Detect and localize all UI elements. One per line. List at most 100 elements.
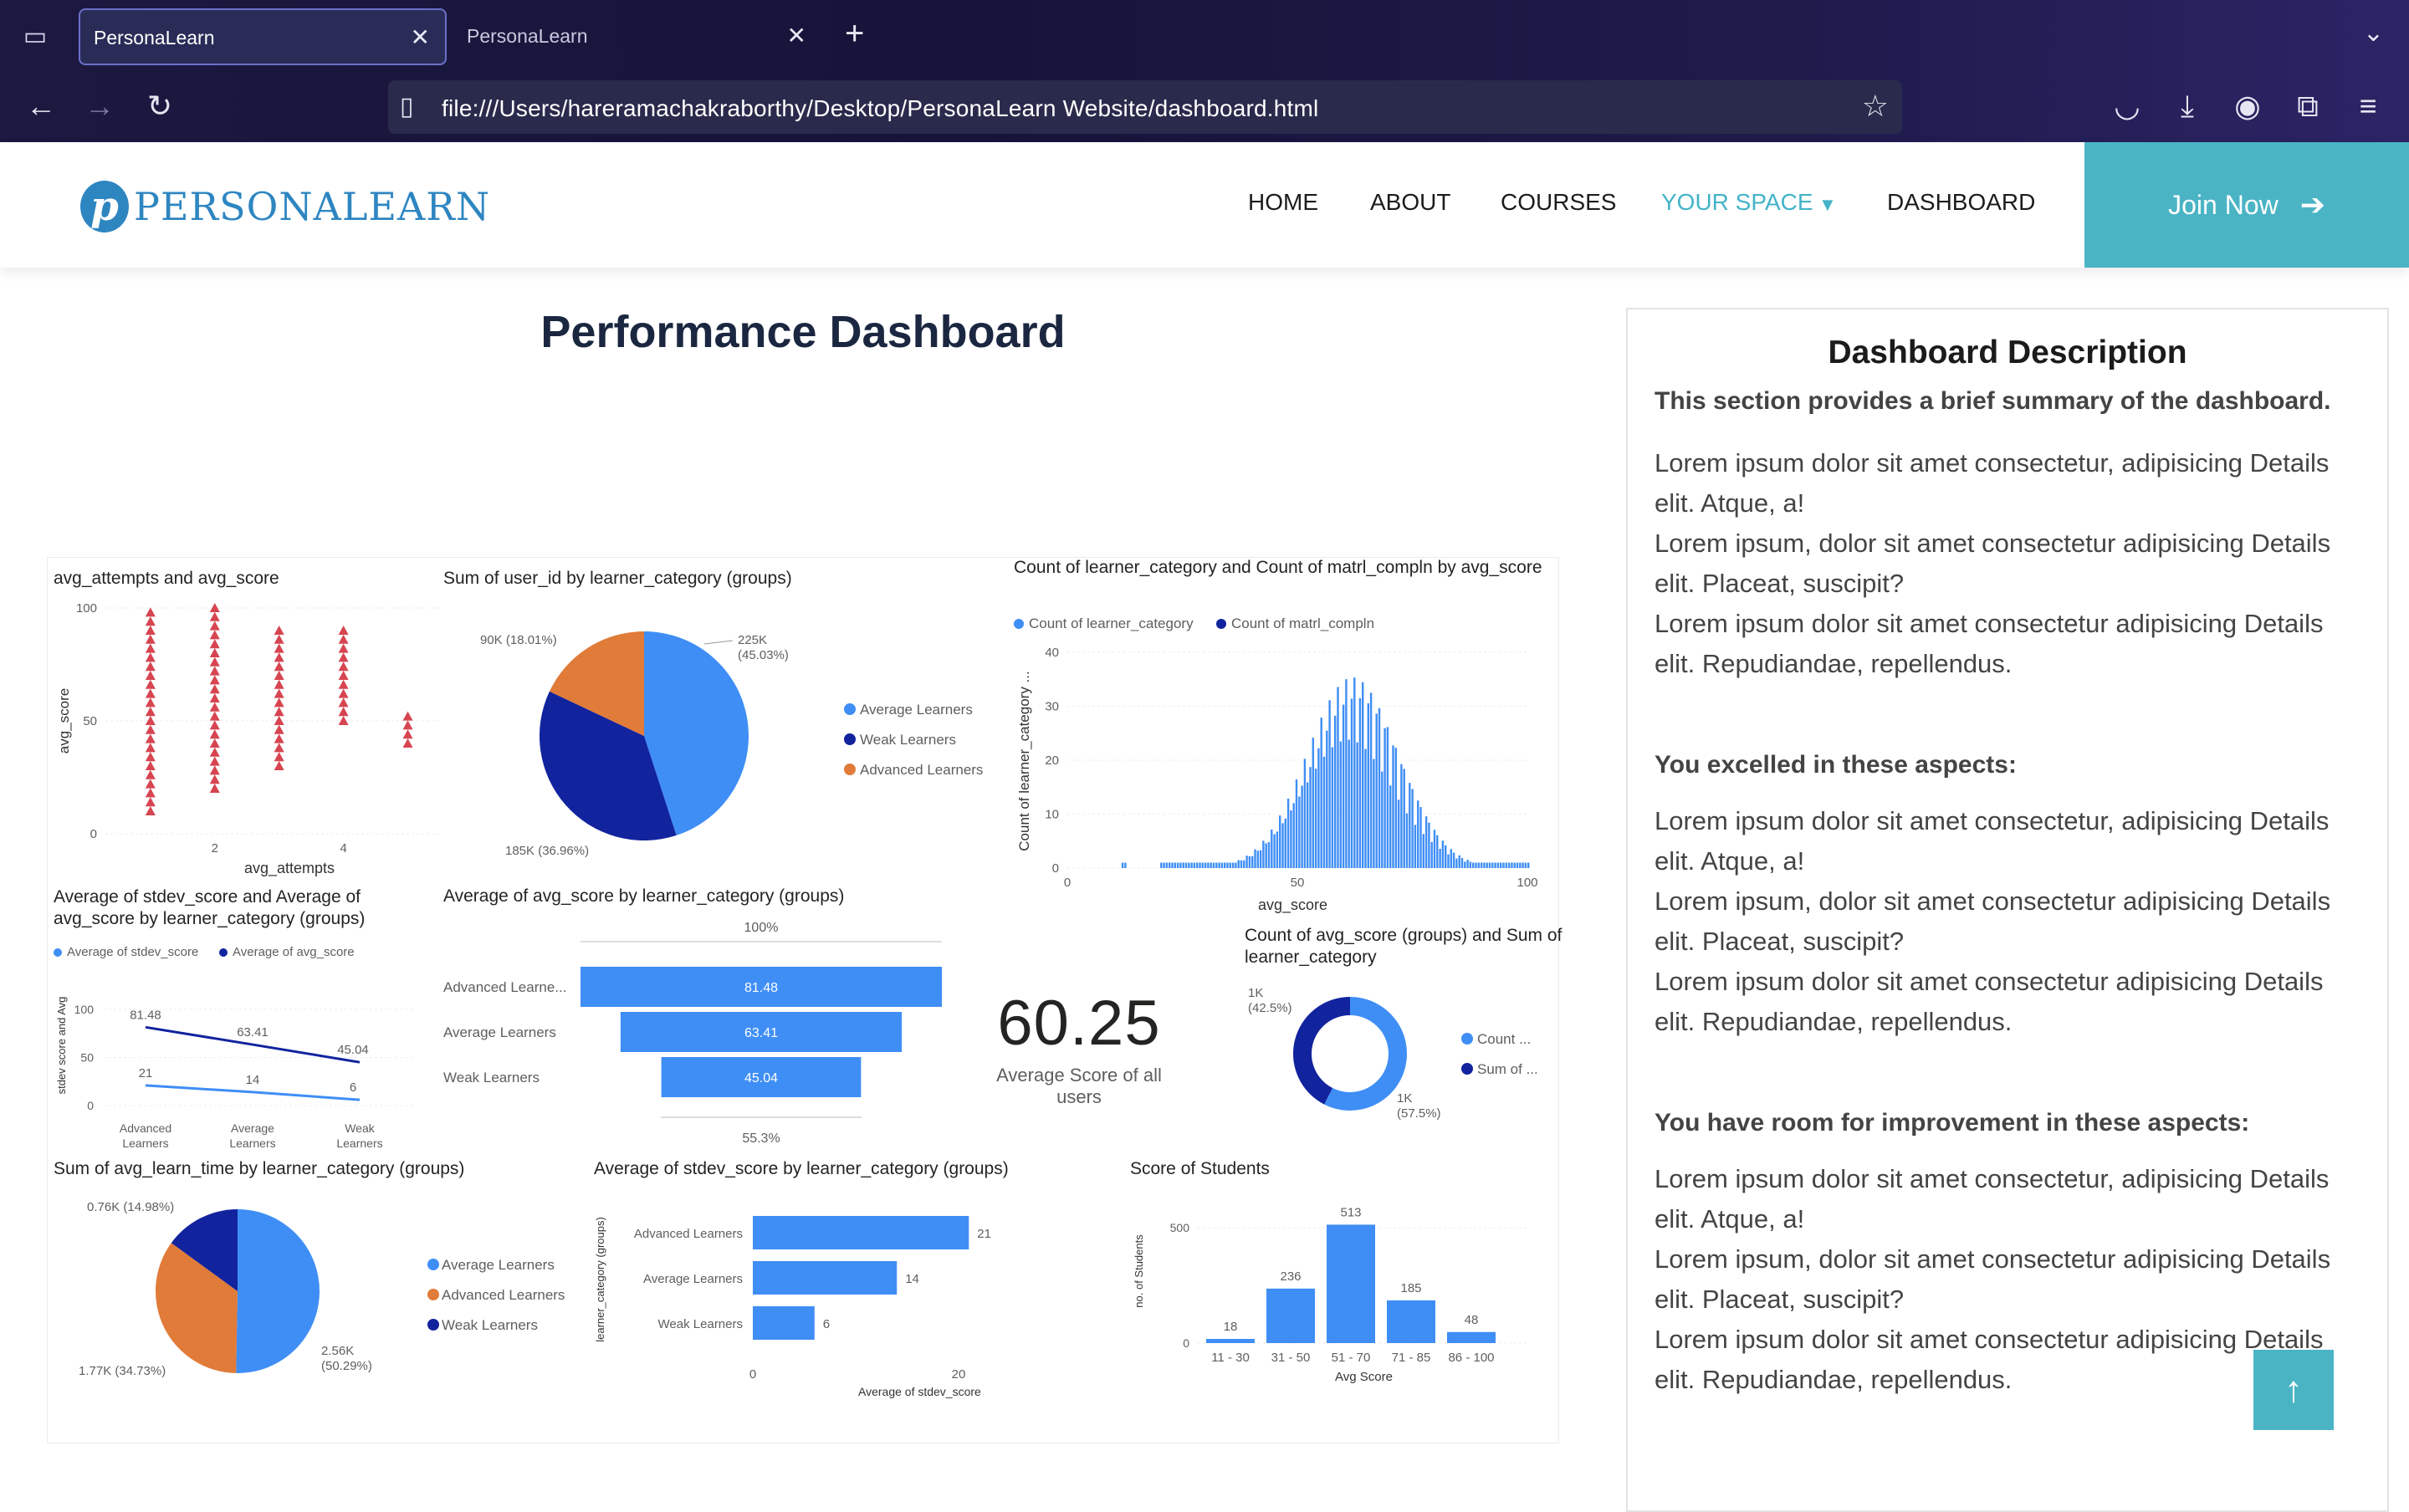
histogram-bar — [1403, 769, 1405, 868]
data-label: 21 — [977, 1227, 991, 1241]
bar — [1327, 1224, 1375, 1343]
histogram-bar — [1320, 718, 1322, 868]
scatter-point — [338, 679, 349, 689]
chart-title: Count of learner_category and Count of m… — [1014, 558, 1542, 577]
legend-label: Advanced Learners — [860, 762, 983, 778]
site-header: p PERSONALEARN HOME ABOUT COURSES YOUR S… — [0, 142, 2409, 268]
star-icon[interactable]: ☆ — [1862, 89, 1889, 124]
url-text[interactable]: file:///Users/hareramachakraborthy/Deskt… — [442, 95, 1318, 122]
join-now-button[interactable]: Join Now ➔ — [2084, 142, 2409, 268]
legend-marker — [844, 703, 856, 715]
histogram-bar — [1298, 796, 1301, 868]
data-label: 45.04 — [337, 1043, 369, 1057]
x-tick-label: Learners — [336, 1137, 382, 1150]
histogram-bar — [1477, 862, 1480, 868]
nav-courses[interactable]: COURSES — [1501, 189, 1616, 216]
histogram-bar — [1248, 856, 1251, 868]
histogram-bar — [1472, 862, 1475, 868]
histogram-bar — [1424, 816, 1428, 868]
logo[interactable]: p PERSONALEARN — [80, 177, 490, 236]
histogram-bar — [1439, 849, 1441, 868]
histogram-bar — [1169, 862, 1171, 868]
histogram-bar — [1524, 862, 1527, 868]
nav-about[interactable]: ABOUT — [1370, 189, 1450, 216]
histogram-bar — [1342, 704, 1345, 868]
x-tick-label: Learners — [229, 1137, 275, 1150]
nav-your-space[interactable]: YOUR SPACE — [1661, 189, 1813, 216]
download-icon[interactable]: ⤓ — [2168, 87, 2207, 125]
histogram-bar — [1235, 862, 1237, 868]
paragraph-line: Lorem ipsum dolor sit amet consectetur a… — [1655, 609, 2324, 678]
histogram-bar — [1273, 834, 1276, 868]
extensions-icon[interactable]: ⧉ — [2289, 87, 2327, 125]
histogram-bar — [1331, 747, 1334, 868]
histogram-bar — [1441, 840, 1445, 868]
pie-chart-users: 225K(45.03%) 185K (36.96%) 90K (18.01%) Ave… — [480, 631, 983, 858]
histogram-bar — [1375, 713, 1378, 868]
chevron-down-icon[interactable]: ▼ — [1818, 194, 1837, 216]
new-tab-icon[interactable]: + — [845, 15, 864, 53]
y-tick-label: 500 — [1170, 1221, 1190, 1234]
tab-inactive[interactable]: PersonaLearn ✕ — [453, 8, 821, 65]
tab-active[interactable]: PersonaLearn ✕ — [79, 8, 447, 65]
scatter-point — [274, 752, 284, 762]
chevron-down-icon[interactable]: ⌄ — [2363, 18, 2384, 48]
back-icon[interactable]: ← — [22, 87, 60, 125]
reload-icon[interactable]: ↻ — [141, 87, 179, 125]
data-label: 63.41 — [744, 1026, 778, 1040]
paragraph-line: Lorem ipsum dolor sit amet consectetur, … — [1655, 448, 2330, 518]
histogram-bar — [1204, 862, 1207, 868]
histogram-bar — [1229, 862, 1231, 868]
data-label: 1K — [1397, 1091, 1412, 1106]
histogram-bar — [1358, 697, 1362, 868]
chart-title: Sum of avg_learn_time by learner_categor… — [54, 1159, 465, 1178]
histogram-bar — [1519, 862, 1522, 868]
scroll-to-top-button[interactable]: ↑ — [2253, 1350, 2334, 1430]
pocket-icon[interactable]: ◡ — [2108, 87, 2146, 125]
category-label: Weak Learners — [658, 1317, 743, 1331]
data-label: 14 — [246, 1073, 260, 1087]
section-heading: You have room for improvement in these a… — [1655, 1109, 2250, 1137]
close-icon[interactable]: ✕ — [787, 22, 806, 49]
address-bar[interactable]: ▯ file:///Users/hareramachakraborthy/Des… — [388, 80, 1902, 134]
data-label: 225K — [738, 633, 767, 647]
join-now-label: Join Now — [2168, 189, 2279, 220]
nav-home[interactable]: HOME — [1248, 189, 1318, 216]
y-tick-label: 40 — [1045, 646, 1059, 660]
scatter-point — [209, 693, 220, 702]
account-icon[interactable]: ◉ — [2228, 87, 2267, 125]
scatter-point — [145, 769, 156, 779]
data-label: (50.29%) — [321, 1359, 372, 1373]
data-label: 63.41 — [237, 1025, 269, 1040]
forward-icon[interactable]: → — [80, 87, 119, 125]
logo-mark: p — [80, 181, 129, 232]
histogram-bar — [1251, 856, 1254, 868]
nav-toolbar: ← → ↻ ▯ file:///Users/hareramachakrabort… — [0, 74, 2409, 142]
menu-icon[interactable]: ≡ — [2349, 87, 2387, 125]
y-tick-label: 0 — [90, 827, 97, 841]
legend-item: Average of avg_score — [219, 945, 355, 959]
scatter-point — [338, 634, 349, 644]
y-tick-label: 30 — [1045, 700, 1059, 714]
scatter-point — [145, 806, 156, 815]
histogram-bar — [1469, 861, 1472, 868]
pie-chart-learn-time: 2.56K(50.29%) 1.77K (34.73%) 0.76K (14.98%… — [79, 1200, 565, 1378]
tab-list-icon[interactable]: ▭ — [18, 20, 52, 54]
histogram-bar — [1405, 813, 1409, 868]
chart-title: Sum of user_id by learner_category (grou… — [443, 569, 792, 588]
tab-title: PersonaLearn — [94, 27, 215, 49]
paragraph-line: Lorem ipsum, dolor sit amet consectetur … — [1655, 529, 2331, 598]
histogram-bar — [1124, 862, 1127, 868]
histogram-bar — [1502, 862, 1505, 868]
nav-dashboard[interactable]: DASHBOARD — [1887, 189, 2035, 216]
close-icon[interactable]: ✕ — [411, 23, 430, 51]
data-label: 1.77K (34.73%) — [79, 1364, 166, 1378]
y-axis-label: no. of Students — [1133, 1234, 1145, 1308]
y-tick-label: 20 — [1045, 753, 1059, 768]
data-label: 236 — [1280, 1269, 1301, 1284]
scatter-point — [209, 774, 220, 784]
histogram-bar — [1422, 834, 1424, 868]
scatter-point — [145, 671, 156, 680]
histogram-bar — [1373, 759, 1375, 868]
histogram-bar — [1475, 862, 1477, 868]
